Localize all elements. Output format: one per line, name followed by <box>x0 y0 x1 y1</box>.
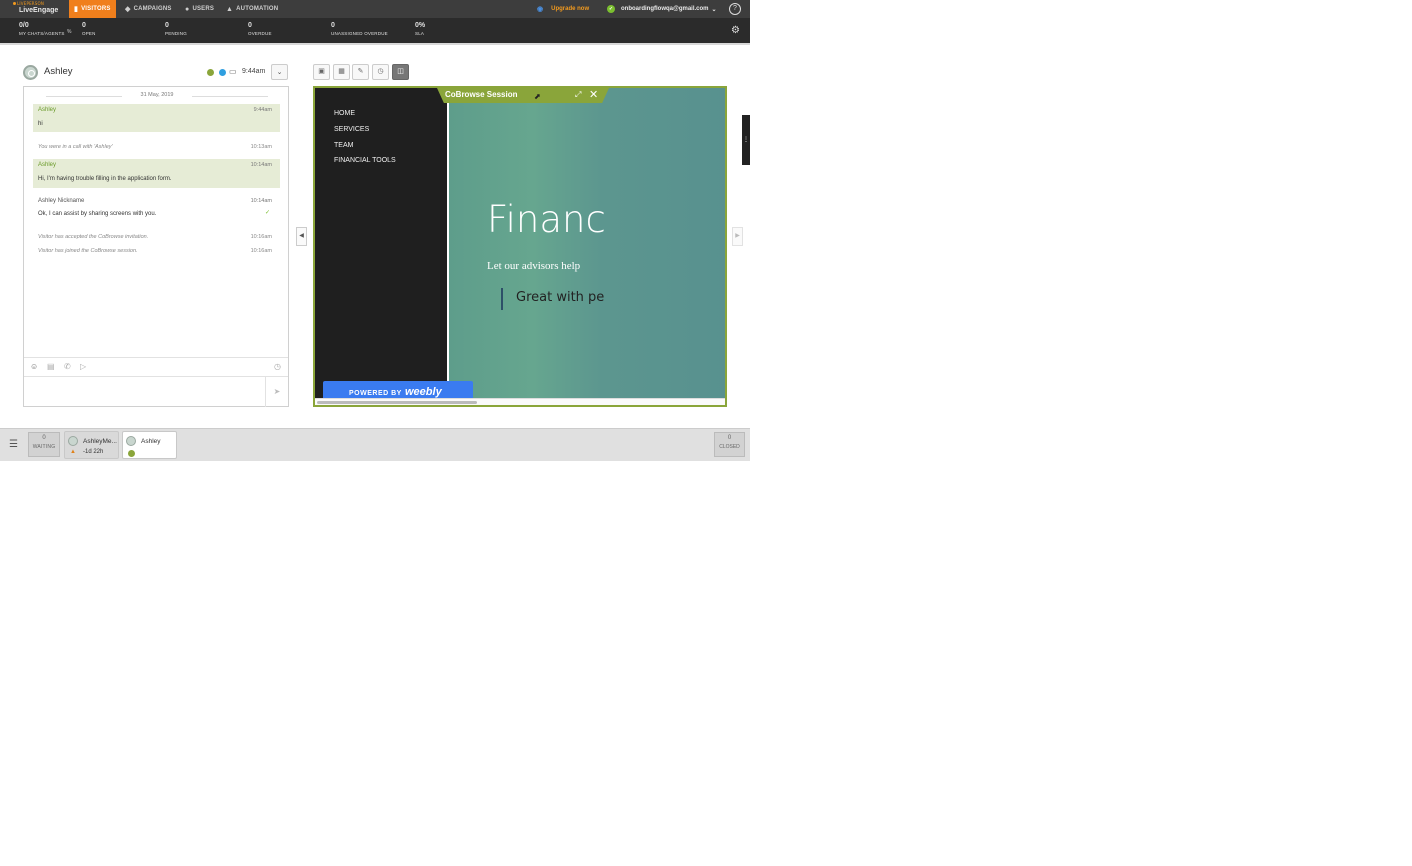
system-message: Visitor has accepted the CoBrowse invita… <box>38 234 272 240</box>
avatar <box>126 436 136 446</box>
visitor-header: Ashley ▭ 9:44am ⌄ <box>23 64 289 81</box>
scrollbar-thumb[interactable] <box>317 401 477 404</box>
status-online-icon: ✓ <box>607 5 615 13</box>
phone-icon[interactable]: ✆ <box>64 362 71 371</box>
brand-name: LiveEngage <box>19 7 59 14</box>
brand-sub: LIVEPERSON <box>13 1 44 6</box>
closed-counter[interactable]: 0 CLOSED <box>714 432 745 457</box>
desktop-icon: ▭ <box>229 67 237 76</box>
upgrade-now-link[interactable]: ◉ Upgrade now <box>537 0 589 18</box>
bell-icon: ▲ <box>70 449 76 455</box>
video-icon[interactable]: ▷ <box>80 362 86 371</box>
send-button[interactable]: ➤ <box>265 377 288 407</box>
horizontal-scrollbar[interactable] <box>315 398 725 405</box>
hero-quote: Great with pe <box>501 288 604 310</box>
timer-icon[interactable]: ◷ <box>274 362 281 371</box>
collapse-panel-button[interactable]: ◀ <box>296 227 307 246</box>
visitor-info-icon[interactable]: ▣ <box>313 64 330 80</box>
site-hero <box>448 88 725 398</box>
settings-icon[interactable]: ⚙ <box>731 25 740 36</box>
expand-icon[interactable]: ⤢ <box>575 90 581 100</box>
tab-visitors[interactable]: ▮ VISITORS <box>69 0 116 18</box>
layers-icon: ◉ <box>537 6 544 13</box>
stat-open[interactable]: 0 OPEN <box>82 22 96 36</box>
site-nav-home[interactable]: HOME <box>334 110 355 117</box>
chat-transcript-panel: 31 May, 2019 Ashley 9:44am hi You were i… <box>23 86 289 407</box>
avatar <box>23 65 38 80</box>
system-message: Visitor has joined the CoBrowse session.… <box>38 248 272 254</box>
tag-icon: ◆ <box>125 6 131 13</box>
system-message: You were in a call with 'Ashley' 10:13am <box>38 144 272 150</box>
close-icon[interactable]: ✕ <box>589 88 598 101</box>
date-separator: 31 May, 2019 <box>46 92 268 98</box>
read-check-icon: ✓ <box>264 210 270 216</box>
stat-pending[interactable]: 0 PENDING <box>165 22 187 36</box>
stat-overdue[interactable]: 0 OVERDUE <box>248 22 272 36</box>
account-menu[interactable]: ✓ onboardingflowqa@gmail.com ⌄ <box>607 0 717 18</box>
engagement-status-icon <box>207 69 214 76</box>
avatar <box>68 436 78 446</box>
history-icon[interactable]: ◷ <box>372 64 389 80</box>
stat-percent: % <box>67 29 72 35</box>
bottom-bar: ☰ 0 WAITING AshleyMe... ▲ -1d 22h Ashley… <box>0 428 750 461</box>
side-widget-tab[interactable]: ⋮ <box>742 115 750 165</box>
canned-responses-icon[interactable]: ▤ <box>47 362 55 371</box>
mouse-cursor-icon: ⬈ <box>534 92 541 101</box>
liveengage-logo[interactable]: LIVEPERSON LiveEngage <box>12 1 64 17</box>
menu-icon[interactable]: ☰ <box>9 439 18 450</box>
stat-unassigned-overdue[interactable]: 0 UNASSIGNED OVERDUE <box>331 22 388 36</box>
stats-bar: 0/0 MY CHATS/AGENTS % 0 OPEN 0 PENDING 0… <box>0 18 750 43</box>
visitor-name: Ashley <box>44 66 73 77</box>
edit-notes-icon[interactable]: ✎ <box>352 64 369 80</box>
app-window: LIVEPERSON LiveEngage ▮ VISITORS ◆ CAMPAIG… <box>0 0 750 461</box>
cobrowse-icon[interactable]: ◫ <box>392 64 409 80</box>
chat-bubble-icon: ▮ <box>74 6 79 13</box>
tab-campaigns[interactable]: ◆ CAMPAIGNS <box>125 0 172 18</box>
verified-icon <box>219 69 226 76</box>
site-nav-financial-tools[interactable]: FINANCIAL TOOLS <box>334 157 396 164</box>
chat-message-agent: Ashley Nickname 10:14am Ok, I can assist… <box>38 198 272 217</box>
cobrowse-session-panel[interactable]: HOME SERVICES TEAM FINANCIAL TOOLS Finan… <box>313 86 727 407</box>
hero-title: Financ <box>487 198 606 241</box>
cobrowse-title: CoBrowse Session <box>445 90 518 99</box>
chat-message-visitor: Ashley 9:44am hi <box>33 104 280 132</box>
emoji-icon[interactable]: ☺ <box>30 362 38 371</box>
robot-icon: ▲ <box>226 5 234 13</box>
chevron-down-icon: ⌄ <box>711 6 717 13</box>
waiting-counter[interactable]: 0 WAITING <box>28 432 60 457</box>
user-icon: ● <box>185 5 190 13</box>
site-nav-services[interactable]: SERVICES <box>334 126 369 133</box>
visitor-time: 9:44am <box>242 68 266 75</box>
chat-message-visitor: Ashley 10:14am Hi, I'm having trouble fi… <box>33 159 280 188</box>
expand-right-panel-button[interactable]: ▶ <box>732 227 743 246</box>
site-nav-team[interactable]: TEAM <box>334 142 353 149</box>
header-divider <box>0 43 750 45</box>
top-navigation-bar: LIVEPERSON LiveEngage ▮ VISITORS ◆ CAMPAIG… <box>0 0 750 18</box>
chat-tab-ashleyme[interactable]: AshleyMe... ▲ -1d 22h <box>64 431 119 459</box>
hero-subtitle: Let our advisors help <box>487 260 581 272</box>
engagement-status-icon <box>128 450 135 457</box>
message-input[interactable]: ➤ <box>24 376 288 407</box>
site-navigation: HOME SERVICES TEAM FINANCIAL TOOLS <box>315 88 447 398</box>
chat-tab-ashley[interactable]: Ashley <box>122 431 177 459</box>
tab-users[interactable]: ● USERS <box>185 0 214 18</box>
stat-sla[interactable]: 0% SLA <box>415 22 425 36</box>
engagement-info-icon[interactable]: ▦ <box>333 64 350 80</box>
stat-my-chats[interactable]: 0/0 MY CHATS/AGENTS <box>19 22 65 36</box>
cobrowse-title-bar: CoBrowse Session ⤢ ✕ <box>437 88 609 103</box>
visitor-options-dropdown[interactable]: ⌄ <box>271 64 288 80</box>
composer-toolbar: ☺ ▤ ✆ ▷ ◷ <box>24 357 288 376</box>
tab-automation[interactable]: ▲ AUTOMATION <box>226 0 278 18</box>
help-icon[interactable]: ? <box>729 3 741 15</box>
